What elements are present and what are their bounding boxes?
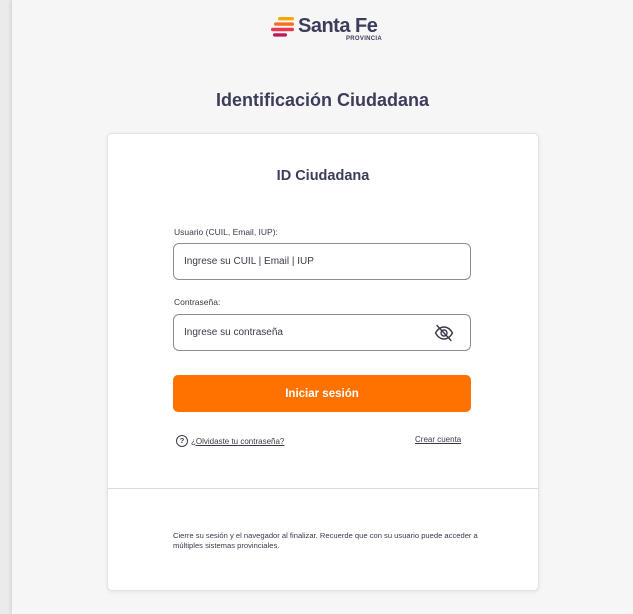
brand-name: Santa Fe — [298, 15, 378, 37]
password-field-label: Contraseña: — [174, 297, 221, 307]
login-button[interactable]: Iniciar sesión — [173, 375, 471, 412]
card-divider — [108, 488, 538, 489]
question-circle-icon: ? — [176, 435, 188, 447]
brand-subtitle: PROVINCIA — [346, 36, 383, 42]
card-title: ID Ciudadana — [276, 168, 370, 184]
session-notice: Cierre su sesión y el navegador al final… — [173, 531, 478, 550]
page-title: Identificación Ciudadana — [215, 90, 430, 110]
eye-slash-icon[interactable] — [434, 324, 454, 342]
user-field-label: Usuario (CUIL, Email, IUP): — [174, 227, 278, 237]
forgot-password[interactable]: ? ¿Olvidaste tu contraseña? — [176, 434, 284, 448]
forgot-password-link[interactable]: ¿Olvidaste tu contraseña? — [191, 437, 284, 446]
santa-fe-logo: Santa Fe PROVINCIA — [270, 14, 410, 44]
create-account-link[interactable]: Crear cuenta — [415, 435, 461, 444]
santa-fe-logo-mark-icon — [271, 17, 294, 37]
password-input-box — [173, 314, 471, 351]
user-input[interactable] — [184, 244, 424, 279]
login-card: ID Ciudadana Usuario (CUIL, Email, IUP):… — [107, 133, 539, 591]
login-page: Santa Fe PROVINCIA Identificación Ciudad… — [12, 0, 633, 614]
user-input-box — [173, 243, 471, 280]
password-input[interactable] — [184, 315, 424, 350]
